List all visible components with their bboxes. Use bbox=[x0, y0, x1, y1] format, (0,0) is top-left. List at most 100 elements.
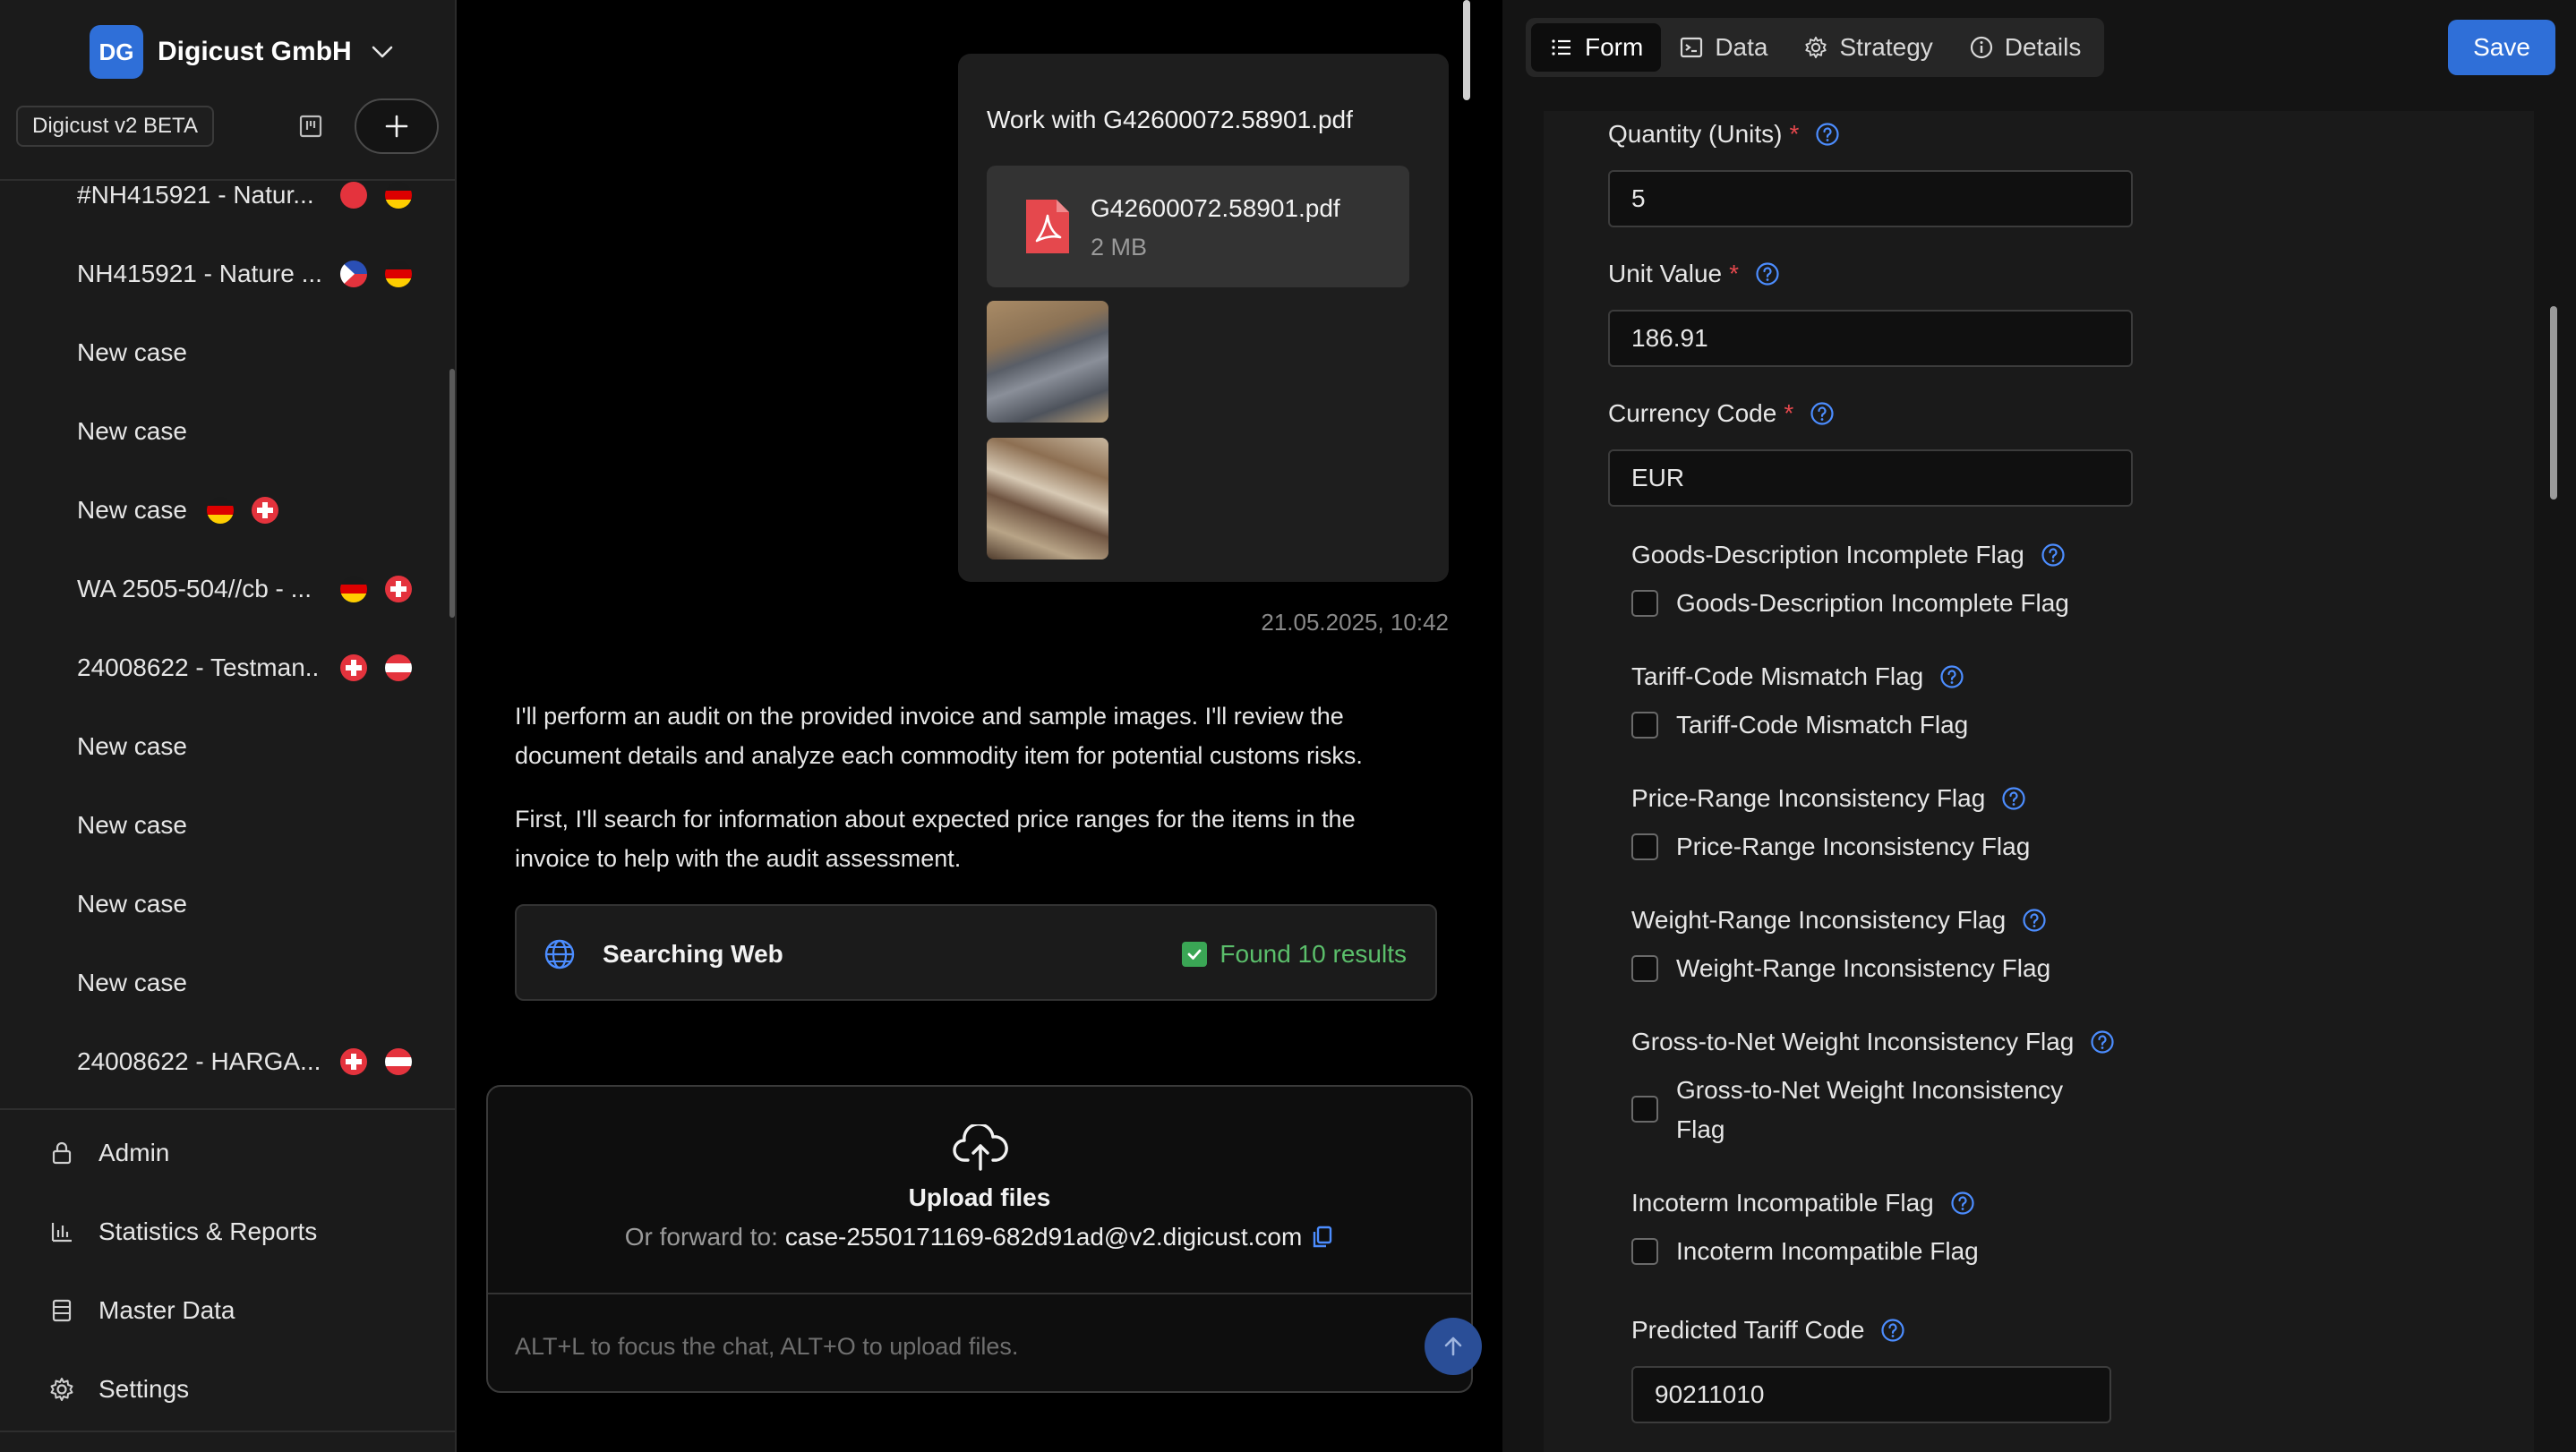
question-circle-icon[interactable] bbox=[2001, 786, 2026, 811]
goods-description-incomplete-flag-checkbox-row[interactable]: Goods-Description Incomplete Flag bbox=[1631, 584, 2069, 623]
web-search-card[interactable]: Searching Web Found 10 results bbox=[515, 904, 1437, 1001]
flag-icon bbox=[385, 261, 412, 287]
chevron-down-icon[interactable] bbox=[366, 36, 398, 68]
question-circle-icon[interactable] bbox=[2041, 542, 2066, 568]
message-text: Work with G42600072.58901.pdf bbox=[987, 106, 1353, 133]
gross-to-net-weight-inconsistency-checkbox[interactable] bbox=[1631, 1096, 1658, 1123]
case-label: #NH415921 - Natur... bbox=[77, 181, 314, 209]
question-circle-icon[interactable] bbox=[2090, 1029, 2115, 1055]
case-item[interactable]: New case bbox=[77, 961, 426, 1004]
tariff-code-mismatch-checkbox[interactable] bbox=[1631, 712, 1658, 739]
weight-range-inconsistency-flag-checkbox-row[interactable]: Weight-Range Inconsistency Flag bbox=[1631, 949, 2050, 988]
nav-admin[interactable]: Admin bbox=[48, 1132, 169, 1174]
assistant-paragraph: First, I'll search for information about… bbox=[515, 806, 1356, 872]
case-flags bbox=[340, 261, 412, 287]
case-item[interactable]: New case bbox=[77, 883, 426, 926]
question-circle-icon[interactable] bbox=[1880, 1318, 1905, 1343]
form-area: Quantity (Units) * Unit Value * Currency… bbox=[1544, 111, 2534, 1452]
price-range-inconsistency-checkbox[interactable] bbox=[1631, 833, 1658, 860]
nav-statistics[interactable]: Statistics & Reports bbox=[48, 1210, 317, 1253]
currency-code-field[interactable] bbox=[1608, 449, 2133, 507]
database-icon bbox=[48, 1297, 75, 1324]
tariff-code-mismatch-flag-checkbox-row[interactable]: Tariff-Code Mismatch Flag bbox=[1631, 705, 1968, 745]
chat-input[interactable] bbox=[515, 1320, 1356, 1373]
case-list: #NH415921 - Natur... NH415921 - Nature ..… bbox=[0, 179, 448, 1101]
flag-icon bbox=[340, 576, 367, 602]
unit-value-field[interactable] bbox=[1608, 310, 2133, 367]
sidebar: DG Digicust GmbH Digicust v2 BETA #NH415… bbox=[0, 0, 457, 1452]
predicted-tariff-code-field[interactable] bbox=[1631, 1366, 2111, 1423]
case-item[interactable]: New case bbox=[77, 410, 426, 453]
new-case-button[interactable] bbox=[355, 98, 439, 154]
sidebar-scrollbar[interactable] bbox=[449, 369, 455, 618]
case-label: WA 2505-504//cb - ... bbox=[77, 575, 312, 602]
tab-strategy[interactable]: Strategy bbox=[1785, 23, 1950, 72]
gross-to-net-weight-inconsistency-flag-checkbox-row[interactable]: Gross-to-Net Weight Inconsistency Flag bbox=[1631, 1071, 2063, 1149]
case-item[interactable]: New case bbox=[77, 331, 426, 374]
question-circle-icon[interactable] bbox=[2022, 908, 2047, 933]
flag-icon bbox=[206, 497, 234, 524]
quantity-field[interactable] bbox=[1608, 170, 2133, 227]
message-timestamp: 21.05.2025, 10:42 bbox=[1261, 609, 1449, 636]
case-item[interactable]: NH415921 - Nature ... bbox=[77, 252, 426, 295]
question-circle-icon[interactable] bbox=[1950, 1191, 1975, 1216]
upload-files-button[interactable]: Upload files bbox=[488, 1183, 1471, 1212]
incoterm-incompatible-checkbox[interactable] bbox=[1631, 1238, 1658, 1265]
gear-icon bbox=[48, 1376, 75, 1403]
image-thumbnail[interactable] bbox=[987, 301, 1108, 423]
question-circle-icon[interactable] bbox=[1755, 261, 1780, 286]
image-thumbnail[interactable] bbox=[987, 438, 1108, 559]
case-item[interactable]: New case bbox=[77, 489, 426, 532]
checkbox-label-line: Gross-to-Net Weight Inconsistency bbox=[1676, 1076, 2064, 1104]
search-result: Found 10 results bbox=[1182, 940, 1407, 969]
incoterm-incompatible-flag-checkbox-row[interactable]: Incoterm Incompatible Flag bbox=[1631, 1232, 1979, 1271]
list-icon bbox=[1549, 35, 1574, 60]
gross-to-net-weight-inconsistency-flag-label: Gross-to-Net Weight Inconsistency Flag bbox=[1631, 1028, 2115, 1056]
copy-icon[interactable] bbox=[1311, 1225, 1334, 1250]
cloud-upload-icon[interactable] bbox=[952, 1124, 1009, 1171]
price-range-inconsistency-flag-label: Price-Range Inconsistency Flag bbox=[1631, 784, 2026, 813]
case-item[interactable]: WA 2505-504//cb - ... bbox=[77, 568, 426, 611]
tab-form[interactable]: Form bbox=[1531, 23, 1662, 72]
form-scrollbar[interactable] bbox=[2550, 306, 2557, 500]
forward-email[interactable]: case-2550171169-682d91ad@v2.digicust.com bbox=[785, 1223, 1302, 1251]
case-item[interactable]: New case bbox=[77, 725, 426, 768]
checkbox-label-line: Flag bbox=[1676, 1115, 1725, 1143]
required-marker: * bbox=[1729, 260, 1740, 287]
nav-master-data[interactable]: Master Data bbox=[48, 1289, 235, 1332]
attachment-card[interactable]: G42600072.58901.pdf 2 MB bbox=[987, 166, 1409, 287]
org-switcher[interactable]: DG Digicust GmbH bbox=[90, 25, 398, 79]
tab-label: Details bbox=[2004, 33, 2082, 61]
field-label-text: Goods-Description Incomplete Flag bbox=[1631, 541, 2024, 568]
field-label-text: Predicted Tariff Code bbox=[1631, 1316, 1865, 1344]
case-item[interactable]: 24008622 - Testman... bbox=[77, 646, 426, 689]
info-icon bbox=[1969, 35, 1994, 60]
case-label: NH415921 - Nature ... bbox=[77, 260, 321, 287]
nav-settings[interactable]: Settings bbox=[48, 1368, 189, 1411]
case-item[interactable]: 24008622 - HARGA... bbox=[77, 1040, 426, 1083]
question-circle-icon[interactable] bbox=[1815, 122, 1840, 147]
case-label: New case bbox=[77, 417, 187, 445]
case-item[interactable]: #NH415921 - Natur... bbox=[77, 179, 426, 217]
question-circle-icon[interactable] bbox=[1810, 401, 1835, 426]
checkbox-label: Weight-Range Inconsistency Flag bbox=[1676, 954, 2051, 982]
flag-icon bbox=[385, 576, 412, 602]
incoterm-incompatible-flag-label: Incoterm Incompatible Flag bbox=[1631, 1189, 1975, 1217]
price-range-inconsistency-flag-checkbox-row[interactable]: Price-Range Inconsistency Flag bbox=[1631, 827, 2030, 867]
send-button[interactable] bbox=[1425, 1318, 1482, 1375]
save-button[interactable]: Save bbox=[2448, 20, 2555, 75]
case-flags bbox=[340, 654, 412, 681]
chat-scrollbar[interactable] bbox=[1463, 0, 1470, 100]
attachment-size: 2 MB bbox=[1091, 234, 1148, 261]
case-item[interactable]: New case bbox=[77, 804, 426, 847]
tab-details[interactable]: Details bbox=[1951, 23, 2100, 72]
goods-description-incomplete-checkbox[interactable] bbox=[1631, 590, 1658, 617]
tab-data[interactable]: Data bbox=[1661, 23, 1785, 72]
weight-range-inconsistency-checkbox[interactable] bbox=[1631, 955, 1658, 982]
question-circle-icon[interactable] bbox=[1939, 664, 1964, 689]
predicted-tariff-code-label: Predicted Tariff Code bbox=[1631, 1316, 1905, 1345]
flag-icon bbox=[340, 182, 367, 209]
goods-description-incomplete-flag-label: Goods-Description Incomplete Flag bbox=[1631, 541, 2066, 569]
org-logo: DG bbox=[90, 25, 143, 79]
kanban-icon[interactable] bbox=[292, 106, 329, 147]
